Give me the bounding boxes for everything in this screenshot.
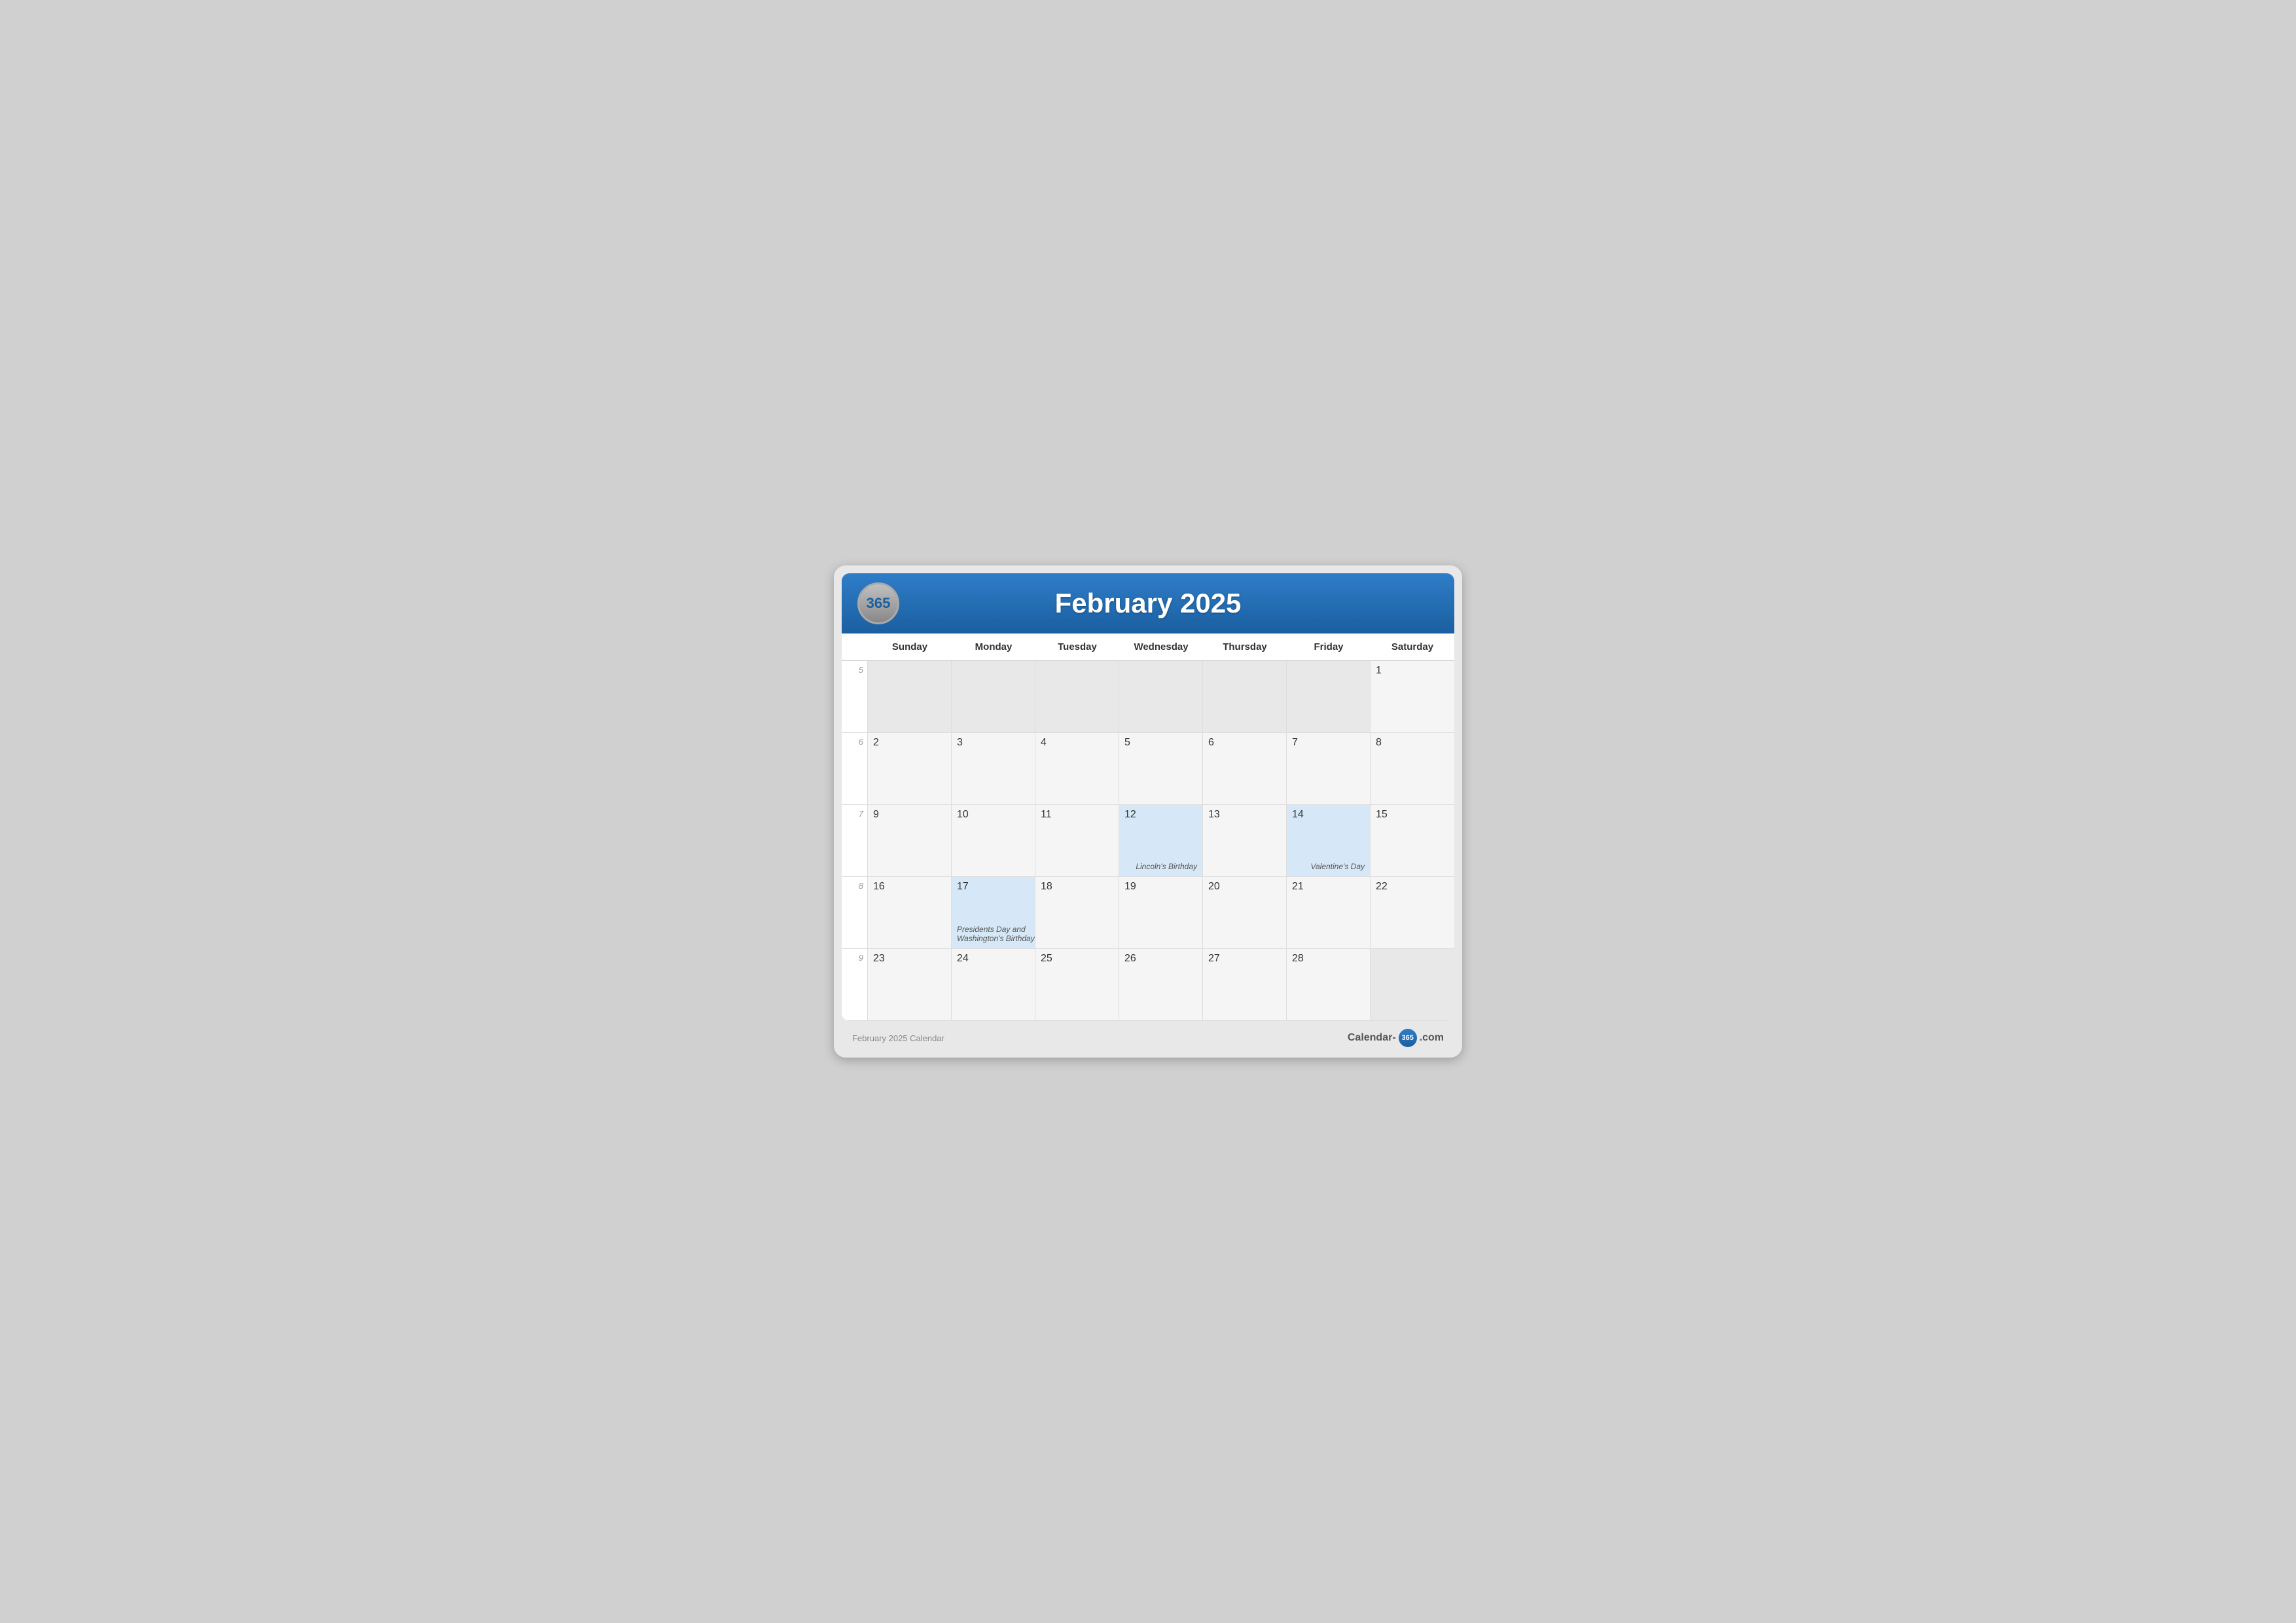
footer-brand-prefix: Calendar- bbox=[1348, 1032, 1396, 1044]
event-label: Presidents Day and Washington's Birthday bbox=[957, 925, 1035, 943]
cal-cell-9: 9 bbox=[868, 805, 952, 877]
cal-cell-20: 20 bbox=[1203, 877, 1287, 949]
footer-brand: Calendar- 365 .com bbox=[1348, 1029, 1444, 1047]
cal-cell-10: 10 bbox=[952, 805, 1035, 877]
day-number: 21 bbox=[1292, 881, 1365, 893]
day-number: 27 bbox=[1208, 953, 1281, 965]
day-number: 23 bbox=[873, 953, 946, 965]
cal-cell-23: 23 bbox=[868, 949, 952, 1021]
calendar-inner: 365 February 2025 SundayMondayTuesdayWed… bbox=[842, 573, 1454, 1021]
day-number: 12 bbox=[1124, 809, 1197, 821]
cal-cell-27: 27 bbox=[1203, 949, 1287, 1021]
cal-cell-13: 13 bbox=[1203, 805, 1287, 877]
day-number: 4 bbox=[1041, 737, 1113, 749]
cal-cell-1: 1 bbox=[1371, 661, 1454, 733]
cal-cell-empty bbox=[1287, 661, 1371, 733]
day-number: 7 bbox=[1292, 737, 1365, 749]
day-number: 18 bbox=[1041, 881, 1113, 893]
week-number-7: 7 bbox=[842, 805, 868, 877]
day-number: 8 bbox=[1376, 737, 1449, 749]
day-number: 3 bbox=[957, 737, 1030, 749]
calendar-grid: 516234567879101112Lincoln's Birthday1314… bbox=[842, 661, 1454, 1021]
cal-cell-empty bbox=[868, 661, 952, 733]
cal-cell-4: 4 bbox=[1035, 733, 1119, 805]
cal-cell-24: 24 bbox=[952, 949, 1035, 1021]
day-number: 6 bbox=[1208, 737, 1281, 749]
calendar-wrapper: 365 February 2025 SundayMondayTuesdayWed… bbox=[834, 565, 1462, 1058]
cal-cell-14: 14 Valentine's Day bbox=[1287, 805, 1371, 877]
day-number: 2 bbox=[873, 737, 946, 749]
cal-cell-22: 22 bbox=[1371, 877, 1454, 949]
day-header-monday: Monday bbox=[952, 633, 1035, 660]
day-header-wednesday: Wednesday bbox=[1119, 633, 1203, 660]
cal-cell-8: 8 bbox=[1371, 733, 1454, 805]
cal-cell-17: 17 Presidents Day and Washington's Birthd… bbox=[952, 877, 1035, 949]
day-number: 13 bbox=[1208, 809, 1281, 821]
day-header-saturday: Saturday bbox=[1371, 633, 1454, 660]
day-number: 9 bbox=[873, 809, 946, 821]
day-number: 19 bbox=[1124, 881, 1197, 893]
cal-cell-21: 21 bbox=[1287, 877, 1371, 949]
cal-cell-16: 16 bbox=[868, 877, 952, 949]
day-header-friday: Friday bbox=[1287, 633, 1371, 660]
cal-cell-empty bbox=[1119, 661, 1203, 733]
event-label: Lincoln's Birthday bbox=[1136, 862, 1197, 871]
logo-badge: 365 bbox=[857, 582, 899, 624]
day-number: 16 bbox=[873, 881, 946, 893]
cal-cell-2: 2 bbox=[868, 733, 952, 805]
cal-cell-19: 19 bbox=[1119, 877, 1203, 949]
day-number: 1 bbox=[1376, 665, 1449, 677]
week-num-header-spacer bbox=[842, 633, 868, 660]
footer-brand-badge: 365 bbox=[1399, 1029, 1417, 1047]
day-number: 5 bbox=[1124, 737, 1197, 749]
day-number: 14 bbox=[1292, 809, 1365, 821]
day-number: 11 bbox=[1041, 809, 1113, 821]
day-number: 24 bbox=[957, 953, 1030, 965]
cal-cell-empty bbox=[1203, 661, 1287, 733]
week-number-8: 8 bbox=[842, 877, 868, 949]
cal-cell-6: 6 bbox=[1203, 733, 1287, 805]
day-header-sunday: Sunday bbox=[868, 633, 952, 660]
day-number: 28 bbox=[1292, 953, 1365, 965]
day-number: 15 bbox=[1376, 809, 1449, 821]
cal-cell-25: 25 bbox=[1035, 949, 1119, 1021]
footer-brand-suffix: .com bbox=[1420, 1032, 1444, 1044]
day-number: 17 bbox=[957, 881, 1030, 893]
week-number-9: 9 bbox=[842, 949, 868, 1021]
cal-cell-11: 11 bbox=[1035, 805, 1119, 877]
cal-cell-5: 5 bbox=[1119, 733, 1203, 805]
cal-cell-empty bbox=[952, 661, 1035, 733]
event-label: Valentine's Day bbox=[1310, 862, 1365, 871]
cal-cell-7: 7 bbox=[1287, 733, 1371, 805]
week-number-6: 6 bbox=[842, 733, 868, 805]
day-number: 22 bbox=[1376, 881, 1449, 893]
cal-cell-18: 18 bbox=[1035, 877, 1119, 949]
cal-cell-15: 15 bbox=[1371, 805, 1454, 877]
cal-cell-26: 26 bbox=[1119, 949, 1203, 1021]
calendar-title: February 2025 bbox=[857, 588, 1439, 619]
calendar-header: 365 February 2025 bbox=[842, 573, 1454, 633]
day-headers: SundayMondayTuesdayWednesdayThursdayFrid… bbox=[842, 633, 1454, 661]
cal-cell-empty bbox=[1035, 661, 1119, 733]
cal-cell-empty bbox=[1371, 949, 1454, 1021]
cal-cell-28: 28 bbox=[1287, 949, 1371, 1021]
day-number: 20 bbox=[1208, 881, 1281, 893]
day-number: 26 bbox=[1124, 953, 1197, 965]
calendar-footer: February 2025 Calendar Calendar- 365 .co… bbox=[842, 1021, 1454, 1050]
day-number: 25 bbox=[1041, 953, 1113, 965]
week-number-5: 5 bbox=[842, 661, 868, 733]
day-header-tuesday: Tuesday bbox=[1035, 633, 1119, 660]
footer-left-text: February 2025 Calendar bbox=[852, 1033, 944, 1043]
day-header-thursday: Thursday bbox=[1203, 633, 1287, 660]
day-number: 10 bbox=[957, 809, 1030, 821]
cal-cell-12: 12 Lincoln's Birthday bbox=[1119, 805, 1203, 877]
cal-cell-3: 3 bbox=[952, 733, 1035, 805]
